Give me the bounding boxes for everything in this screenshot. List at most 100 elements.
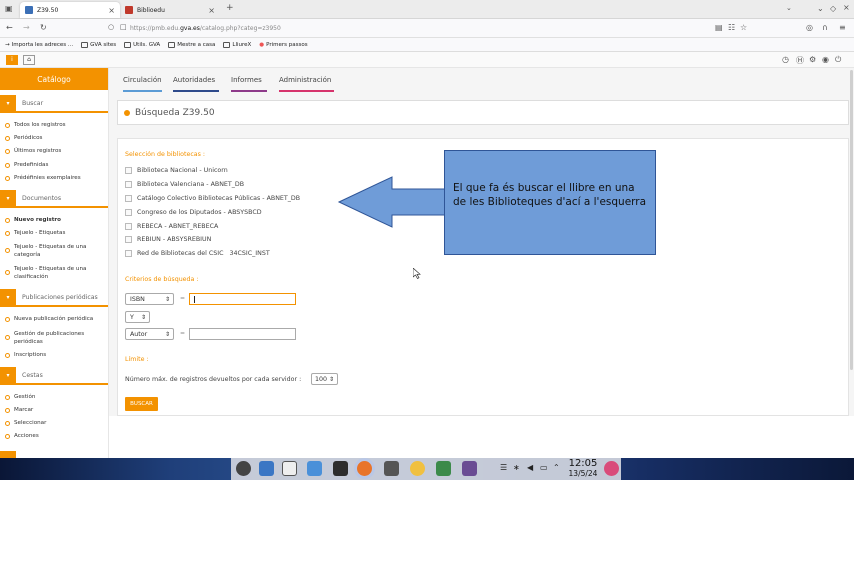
sidebar-item-nuevo-registro[interactable]: Nuevo registro [5,217,105,223]
sidebar-item-ultimos-registros[interactable]: Últimos registros [5,148,105,154]
extensions-icon[interactable]: ∩ [822,23,828,32]
bookmark-primers-passos[interactable]: ● Primers passos [259,42,307,48]
page-scrollbar[interactable] [850,70,853,370]
power-icon[interactable]: ⏻ [835,55,841,65]
criteria-field-select-1[interactable]: ISBN ⇕ [125,293,174,305]
sidebar-item-tejuelo-categoria[interactable]: Tejuelo - Etiquetas de una categoría [5,243,105,259]
sidebar-catalog-header[interactable]: Catálogo [0,68,108,90]
tab-circulacion[interactable]: Circulación [123,76,162,92]
bookmark-utils-gva[interactable]: Utils. GVA [124,41,160,48]
app-menu-icon[interactable]: ≡ [839,23,846,32]
tab-informes[interactable]: Informes [231,76,267,92]
url-bar[interactable]: https://pmb.edu. gva.es/catalog.php?categ… [100,22,750,35]
maximize-icon[interactable]: ◇ [830,4,836,13]
spreadsheet-icon[interactable] [436,461,451,476]
window-menu-icon[interactable]: ▣ [5,4,13,13]
close-tab-icon[interactable]: × [108,6,115,15]
sidebar-item-predefinies-exemplaires[interactable]: Prédéfinies exemplaires [5,175,105,181]
tab-z3950[interactable]: Z39.50 × [20,2,120,18]
window-icon[interactable] [282,461,297,476]
title-bullet-icon [124,109,130,116]
app-launcher-icon[interactable] [236,461,251,476]
checkbox[interactable] [125,250,132,257]
taskbar-clock[interactable]: 12:05 [562,459,604,469]
criteria-value-input-2[interactable] [189,328,296,340]
criteria-value-input-1[interactable] [189,293,296,305]
back-icon[interactable]: ← [6,23,13,32]
home-icon[interactable]: ⌂ [23,55,35,65]
criteria-field-select-2[interactable]: Autor ⇕ [125,328,174,340]
sidebar-item-acciones[interactable]: Acciones [5,433,105,439]
tab-list-icon[interactable]: ⌄ [786,4,792,12]
bluetooth-icon[interactable]: ∗ [513,463,520,472]
desktop-icon[interactable] [259,461,274,476]
bookmark-mestre-a-casa[interactable]: Mestre a casa [168,41,215,48]
tab-autoridades[interactable]: Autoridades [173,76,219,92]
forward-icon[interactable]: → [23,23,30,32]
taskbar-date[interactable]: 13/5/24 [562,470,604,478]
sidebar-item-tejuelo-clasificacion[interactable]: Tejuelo - Etiquetas de una clasificación [5,265,105,281]
user-avatar-icon[interactable] [604,461,619,476]
bookmark-gva-sites[interactable]: GVA sites [81,41,116,48]
library-checkbox-congreso[interactable]: Congreso de los Diputados - ABSYSBCD [125,209,262,216]
select-arrows-icon: ⇕ [328,375,334,383]
sidebar-item-todos-los-registros[interactable]: Todos los registros [5,122,105,128]
library-checkbox-csic[interactable]: Red de Bibliotecas del CSIC 34CSIC_INST [125,250,270,257]
calculator-icon[interactable] [384,461,399,476]
reload-icon[interactable]: ↻ [40,23,47,32]
bookmark-import[interactable]: → Importa les adreces ... [5,42,73,48]
checkbox[interactable] [125,195,132,202]
tray-expand-icon[interactable]: ⌃ [553,463,560,472]
sidebar-item-tejuelo-etiquetas[interactable]: Tejuelo - Etiquetas [5,230,105,236]
sidebar-item-seleccionar[interactable]: Seleccionar [5,420,105,426]
sidebar-item-marcar[interactable]: Marcar [5,407,105,413]
network-icon[interactable]: ☰ [500,463,507,472]
sidebar-item-gestion[interactable]: Gestión [5,394,105,400]
sidebar-item-periodicos[interactable]: Periódicos [5,135,105,141]
files-icon[interactable] [307,461,322,476]
library-checkbox-rebeca[interactable]: REBECA - ABNET_REBECA [125,223,218,230]
sidebar-item-predefinidas[interactable]: Predefinidas [5,162,105,168]
sidebar-item-gestion-publicaciones[interactable]: Gestión de publicaciones periódicas [5,330,105,346]
checkbox[interactable] [125,236,132,243]
history-icon[interactable]: ◷ [782,55,789,64]
sidebar-item-inscriptions[interactable]: Inscriptions [5,352,105,358]
library-checkbox-bne[interactable]: Biblioteca Nacional - Unicorn [125,167,228,174]
boolean-operator-select[interactable]: Y ⇕ [125,311,150,323]
presentation-icon[interactable] [462,461,477,476]
library-checkbox-rebiun[interactable]: REBIUN - ABSYSREBIUN [125,236,211,243]
account-icon[interactable]: ◎ [806,23,813,32]
search-button[interactable]: BUSCAR [125,397,158,411]
close-window-icon[interactable]: × [843,3,850,12]
terminal-icon[interactable] [333,461,348,476]
close-tab-icon[interactable]: × [208,6,215,15]
sidebar-next-section-toggle[interactable] [0,451,16,458]
tab-biblioedu[interactable]: Biblioedu × [120,2,220,18]
new-tab-button[interactable]: + [226,3,234,13]
sidebar-item-nueva-publicacion[interactable]: Nueva publicación periódica [5,316,105,322]
library-checkbox-ccbp[interactable]: Catálogo Colectivo Bibliotecas Públicas … [125,195,300,202]
tab-administracion[interactable]: Administración [279,76,334,92]
globe-icon[interactable]: ◉ [822,55,829,64]
volume-icon[interactable]: ◀ [527,463,533,472]
page-title-box: Búsqueda Z39.50 [117,100,849,125]
library-checkbox-bv[interactable]: Biblioteca Valenciana - ABNET_DB [125,181,244,188]
help-icon[interactable]: Ⓗ [796,55,804,66]
settings-icon[interactable]: ⚙ [809,55,816,64]
checkbox[interactable] [125,181,132,188]
checkbox[interactable] [125,209,132,216]
sidebar-section-documentos[interactable]: ▾ Documentos [0,190,108,208]
sidebar-section-buscar[interactable]: ▾ Buscar [0,95,108,113]
assistant-icon[interactable] [410,461,425,476]
firefox-icon[interactable] [357,461,372,476]
info-icon[interactable]: i [6,55,18,65]
checkbox[interactable] [125,223,132,230]
checkbox[interactable] [125,167,132,174]
equals-sign: = [180,295,186,302]
sidebar-section-publicaciones[interactable]: ▾ Publicaciones periódicas [0,289,108,307]
sidebar-section-cestas[interactable]: ▾ Cestas [0,367,108,385]
battery-icon[interactable]: ▭ [540,463,548,472]
minimize-icon[interactable]: ⌄ [817,4,824,13]
bookmark-lliurex[interactable]: LliureX [223,41,251,48]
limit-select[interactable]: 100 ⇕ [311,373,338,385]
